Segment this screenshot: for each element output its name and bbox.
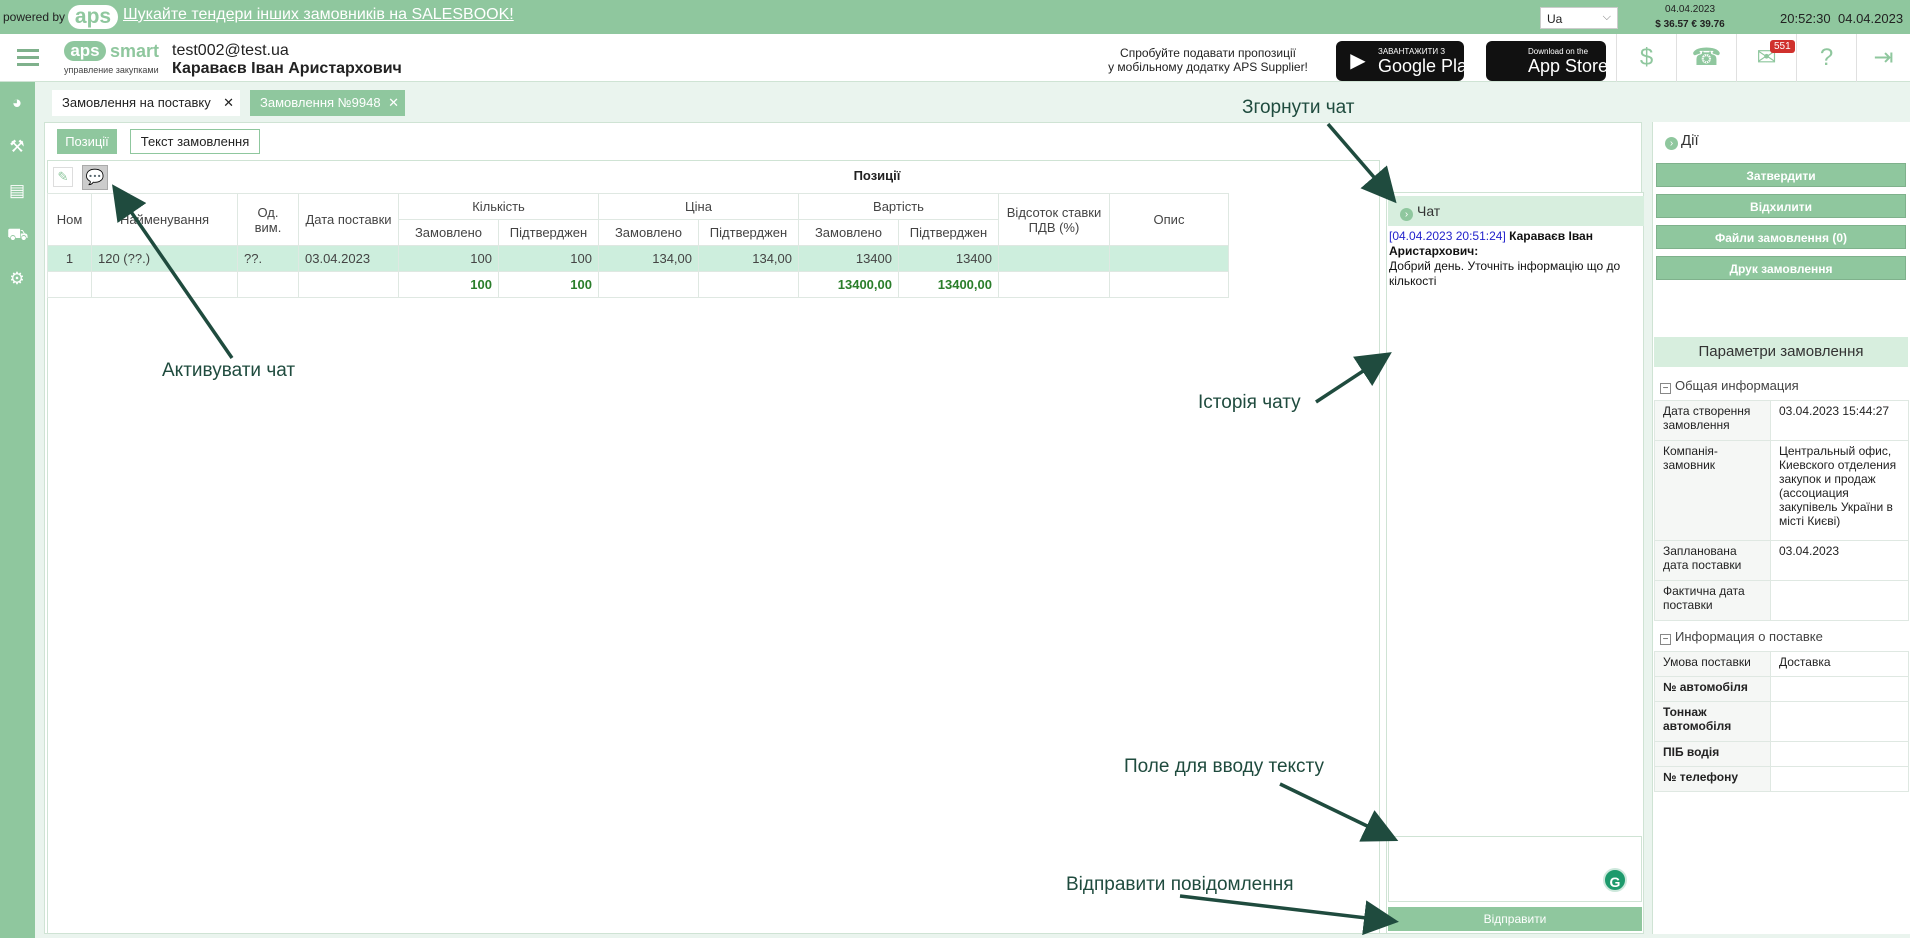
arrow-chat-history bbox=[1315, 352, 1392, 404]
arrow-text-input bbox=[1279, 782, 1399, 842]
arrow-collapse-chat bbox=[1326, 122, 1397, 204]
arrow-send-message bbox=[1179, 894, 1399, 936]
arrow-activate-chat bbox=[112, 184, 234, 359]
annotation-arrows bbox=[112, 122, 1399, 936]
